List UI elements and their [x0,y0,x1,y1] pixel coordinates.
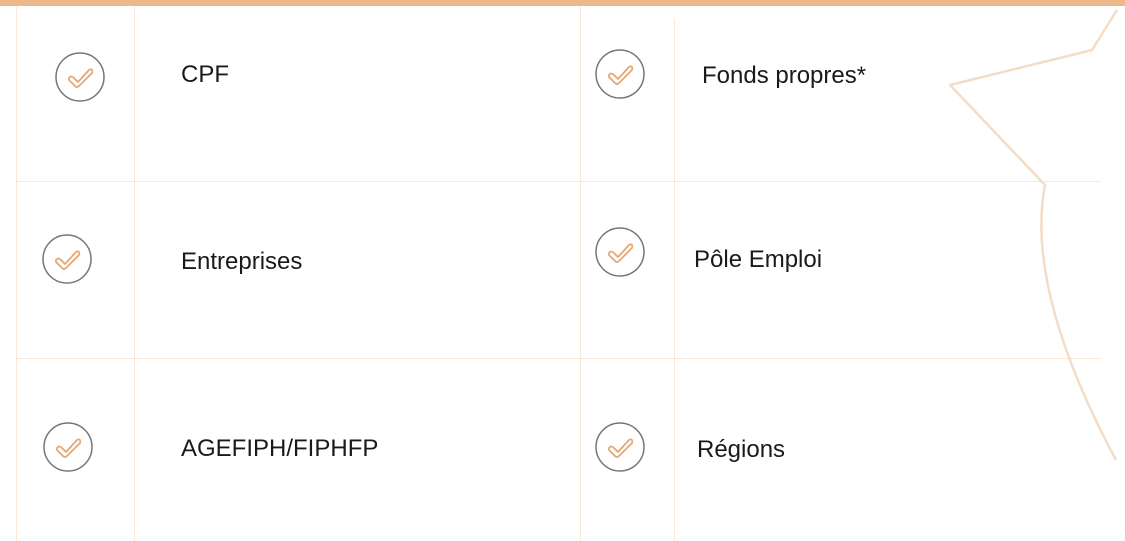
check-circle-icon [594,421,646,473]
funding-label-fonds-propres: Fonds propres* [702,62,867,89]
grid-divider [580,6,581,541]
check-circle-icon [594,226,646,278]
funding-label-cpf: CPF [181,61,229,88]
check-circle-icon [54,51,106,103]
grid-divider [674,18,675,541]
decorative-outline [948,9,1119,461]
funding-label-agefiph-fiphfp: AGEFIPH/FIPHFP [181,435,379,462]
check-circle-icon [594,48,646,100]
funding-label-entreprises: Entreprises [181,248,303,275]
grid-divider [16,6,17,541]
funding-label-pole-emploi: Pôle Emploi [694,246,823,273]
funding-label-regions: Régions [697,436,786,463]
accent-bar [0,0,1125,6]
grid-divider [134,6,135,541]
check-circle-icon [42,421,94,473]
funding-grid: CPF Fonds propres* Entreprises Pôle Empl… [0,0,1125,541]
row-divider [16,181,1101,182]
check-circle-icon [41,233,93,285]
row-divider [16,358,1101,359]
